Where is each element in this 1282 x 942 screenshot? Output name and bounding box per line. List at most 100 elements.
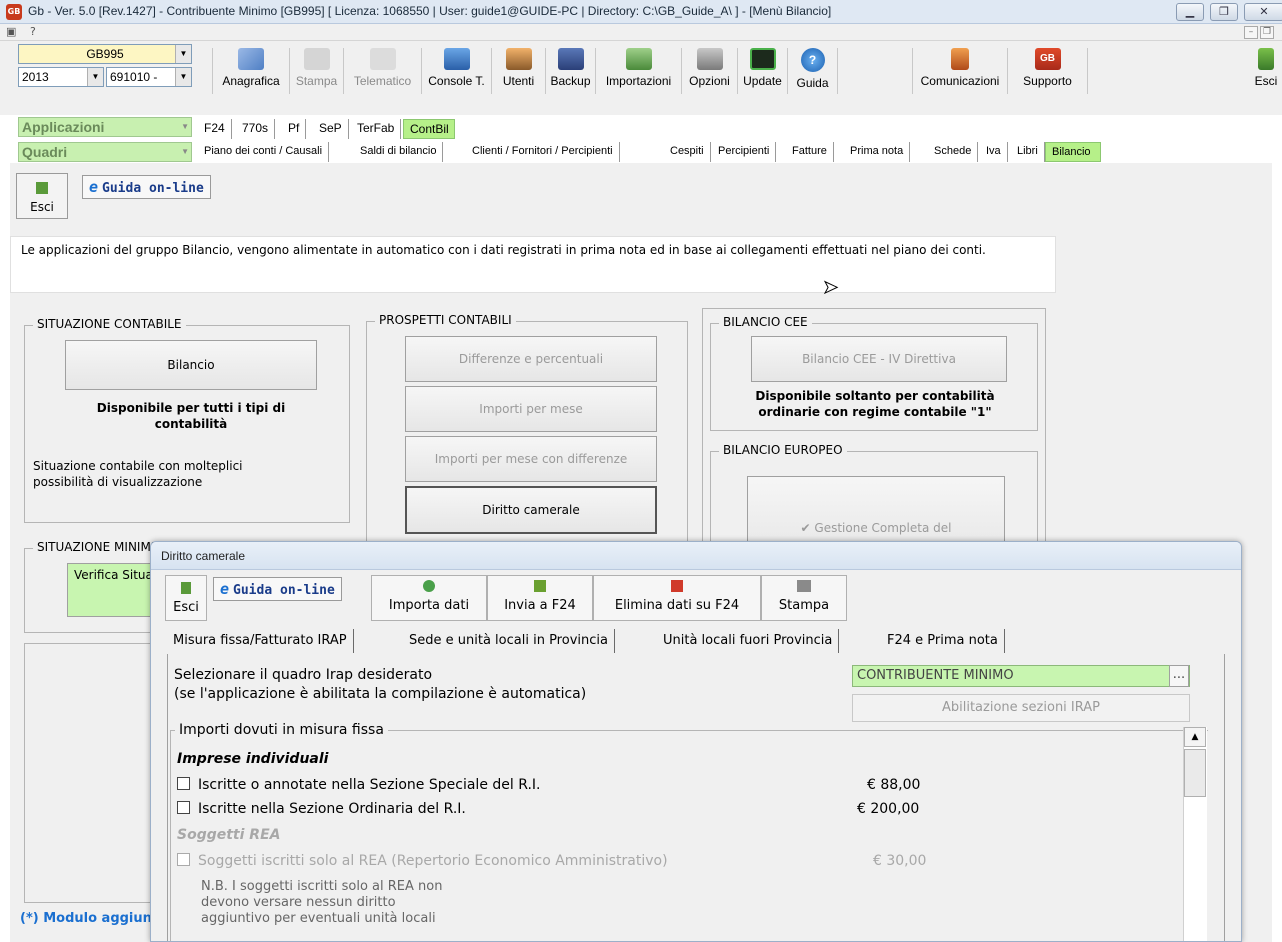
chevron-down-icon[interactable]: ▼ (87, 68, 103, 86)
dialog-guide-button[interactable]: e Guida on-line (213, 577, 342, 601)
irap-quadro-field[interactable]: CONTRIBUENTE MINIMO ... (852, 665, 1190, 687)
checkbox[interactable] (177, 777, 190, 790)
guida-button[interactable]: ? Guida (788, 48, 838, 94)
nb-line: aggiuntivo per eventuali unità locali (201, 911, 436, 926)
minimize-button[interactable]: ▁ (1176, 3, 1204, 21)
row-sezione-speciale[interactable]: Iscritte o annotate nella Sezione Specia… (177, 777, 540, 793)
tab-pf[interactable]: Pf (282, 119, 307, 139)
update-button[interactable]: Update (738, 48, 788, 94)
main-exit-button[interactable]: Esci (16, 173, 68, 219)
tab-f24[interactable]: F24 (198, 119, 232, 139)
select-label-1: Selezionare il quadro Irap desiderato (174, 667, 433, 683)
browser-icon: e (89, 178, 99, 196)
mdi-restore-button[interactable]: ❐ (1260, 26, 1274, 39)
dialog-exit-button[interactable]: Esci (165, 575, 207, 621)
client-code: GB995 (86, 47, 124, 61)
importi-mese-diff-button[interactable]: Importi per mese con differenze (405, 436, 657, 482)
bilancio-cee-title: BILANCIO CEE (719, 315, 812, 329)
system-menu-icon[interactable]: ▣ (6, 25, 16, 38)
tab-misura-fissa[interactable]: Misura fissa/Fatturato IRAP (167, 629, 354, 653)
bilancio-cee-button[interactable]: Bilancio CEE - IV Direttiva (751, 336, 1007, 382)
main-guide-button[interactable]: e Guida on-line (82, 175, 211, 199)
client-combo[interactable]: GB995 ▼ (18, 44, 192, 64)
mdi-minimize-button[interactable]: – (1244, 26, 1258, 39)
app-logo: GB (6, 4, 22, 20)
print-icon (797, 580, 811, 592)
invia-f24-button[interactable]: Invia a F24 (487, 575, 593, 621)
applicazioni-combo[interactable]: Applicazioni ▼ (18, 117, 192, 137)
situazione-minimi-title: SITUAZIONE MINIMI (33, 540, 159, 554)
row-soggetti-rea[interactable]: Soggetti iscritti solo al REA (Repertori… (177, 853, 668, 869)
anagrafica-button[interactable]: Anagrafica (212, 48, 290, 94)
stampa-button[interactable]: Stampa (290, 48, 344, 94)
tab-contbil[interactable]: ContBil (403, 119, 455, 139)
bilancio-button[interactable]: Bilancio (65, 340, 317, 390)
options-icon (696, 48, 723, 70)
chevron-down-icon[interactable]: ▼ (181, 118, 189, 136)
import-icon (625, 48, 652, 70)
tab-bilancio[interactable]: Bilancio (1045, 142, 1101, 162)
code-combo[interactable]: 691010 - ▼ (106, 67, 192, 87)
utenti-button[interactable]: Utenti (492, 48, 546, 94)
users-icon (505, 48, 532, 70)
browse-button[interactable]: ... (1169, 665, 1189, 687)
importa-dati-button[interactable]: Importa dati (371, 575, 487, 621)
tab-770s[interactable]: 770s (236, 119, 276, 139)
tab-schede[interactable]: Schede (928, 142, 979, 162)
tab-sep[interactable]: SeP (313, 119, 349, 139)
checkbox[interactable] (177, 853, 190, 866)
tab-saldi[interactable]: Saldi di bilancio (354, 142, 444, 162)
tab-f24-prima-nota[interactable]: F24 e Prima nota (881, 629, 1005, 653)
console-button[interactable]: Console T. (422, 48, 492, 94)
chevron-down-icon[interactable]: ▼ (175, 68, 191, 86)
chevron-down-icon[interactable]: ▼ (175, 45, 191, 63)
dialog-title-bar: Diritto camerale (151, 542, 1241, 570)
tab-percipienti[interactable]: Percipienti (712, 142, 777, 162)
tab-iva[interactable]: Iva (980, 142, 1008, 162)
diritto-camerale-button[interactable]: Diritto camerale (405, 486, 657, 534)
scroll-up-icon[interactable]: ▲ (1184, 727, 1206, 747)
tab-clienti[interactable]: Clienti / Fornitori / Percipienti (466, 142, 620, 162)
support-icon: GB (1034, 48, 1061, 70)
main-toolbar: GB995 ▼ 2013 ▼ 691010 - ▼ Anagrafica Sta… (0, 41, 1282, 115)
comunicazioni-button[interactable]: Comunicazioni (912, 48, 1008, 94)
supporto-button[interactable]: GB Supporto (1008, 48, 1088, 94)
chevron-down-icon[interactable]: ▼ (181, 143, 189, 161)
tab-libri[interactable]: Libri (1011, 142, 1045, 162)
tab-prima-nota[interactable]: Prima nota (844, 142, 911, 162)
vertical-scrollbar[interactable]: ▲ (1183, 727, 1207, 941)
row-sezione-ordinaria[interactable]: Iscritte nella Sezione Ordinaria del R.I… (177, 801, 466, 817)
year-combo[interactable]: 2013 ▼ (18, 67, 104, 87)
differenze-button[interactable]: Differenze e percentuali (405, 336, 657, 382)
year-value: 2013 (22, 70, 49, 84)
backup-button[interactable]: Backup (546, 48, 596, 94)
dialog-title: Diritto camerale (161, 549, 246, 563)
tab-cespiti[interactable]: Cespiti (664, 142, 711, 162)
telematic-icon (369, 48, 396, 70)
quadri-combo[interactable]: Quadri ▼ (18, 142, 192, 162)
bilancio-note: Disponibile per tutti i tipi di contabil… (96, 401, 286, 431)
restore-button[interactable]: ❐ (1210, 3, 1238, 21)
backup-icon (557, 48, 584, 70)
importazioni-button[interactable]: Importazioni (596, 48, 682, 94)
dialog-print-button[interactable]: Stampa (761, 575, 847, 621)
close-button[interactable]: ✕ (1244, 3, 1282, 21)
exit-button[interactable]: Esci (1250, 48, 1282, 94)
abilitazione-irap-button[interactable]: Abilitazione sezioni IRAP (852, 694, 1190, 722)
dialog-tab-body: Selezionare il quadro Irap desiderato (s… (167, 654, 1225, 941)
scroll-thumb[interactable] (1184, 749, 1206, 797)
diritto-camerale-dialog: Diritto camerale Esci e Guida on-line Imp… (150, 541, 1242, 942)
elimina-f24-button[interactable]: Elimina dati su F24 (593, 575, 761, 621)
tab-fatture[interactable]: Fatture (786, 142, 834, 162)
importi-mese-button[interactable]: Importi per mese (405, 386, 657, 432)
tab-piano-conti[interactable]: Piano dei conti / Causali (198, 142, 330, 162)
tab-terfab[interactable]: TerFab (351, 119, 402, 139)
help-menu[interactable]: ? (30, 25, 36, 38)
checkbox[interactable] (177, 801, 190, 814)
situazione-contabile-title: SITUAZIONE CONTABILE (33, 317, 186, 331)
printer-icon (303, 48, 330, 70)
opzioni-button[interactable]: Opzioni (682, 48, 738, 94)
telematico-button[interactable]: Telematico (344, 48, 422, 94)
tab-sede-unita[interactable]: Sede e unità locali in Provincia (403, 629, 615, 653)
tab-unita-fuori[interactable]: Unità locali fuori Provincia (657, 629, 840, 653)
